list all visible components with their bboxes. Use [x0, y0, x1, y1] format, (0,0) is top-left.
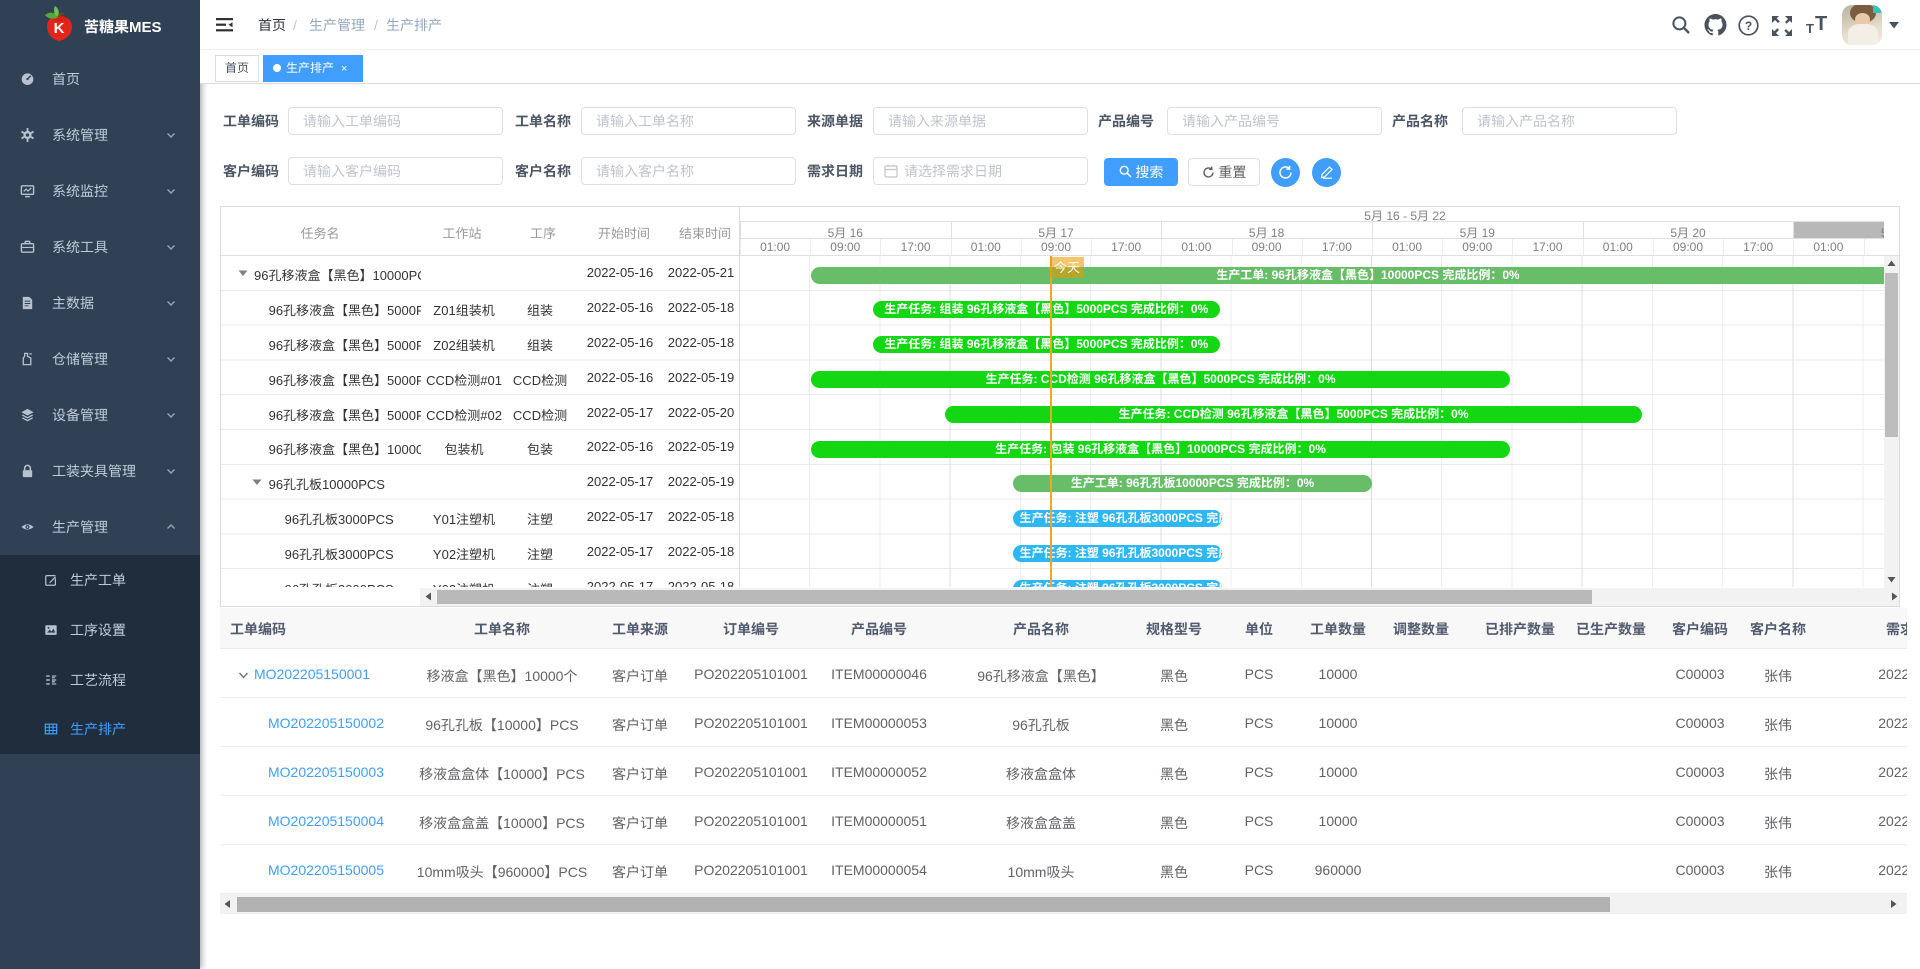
svg-text:K: K [54, 20, 65, 37]
svg-text:?: ? [1745, 19, 1752, 33]
